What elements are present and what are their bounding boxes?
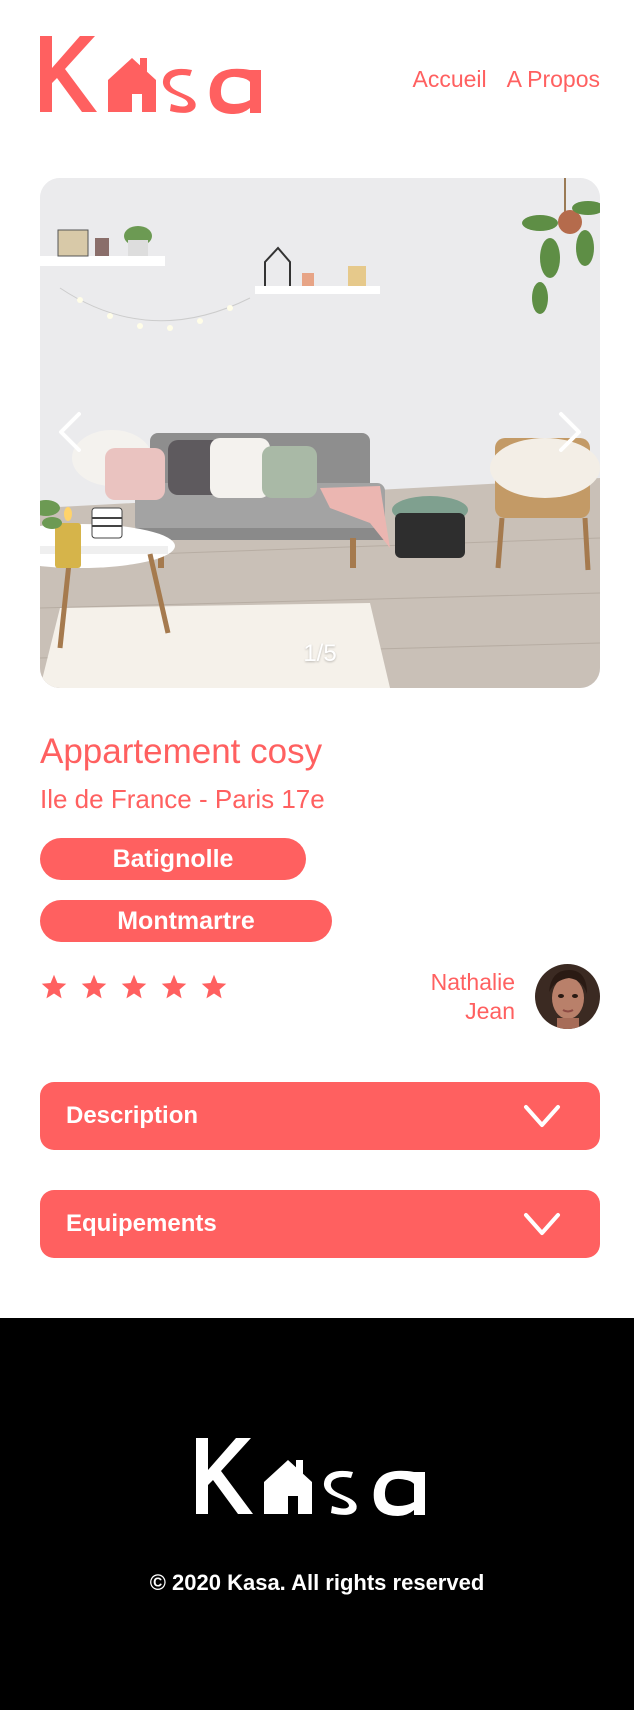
star-icon bbox=[201, 974, 227, 999]
host-last-name: Jean bbox=[465, 997, 515, 1024]
tag-batignolle: Batignolle bbox=[40, 838, 306, 880]
footer: © 2020 Kasa. All rights reserved bbox=[0, 1318, 634, 1710]
header: Accueil A Propos bbox=[0, 0, 634, 130]
star-icon bbox=[41, 974, 67, 999]
kasa-logo[interactable] bbox=[40, 36, 280, 116]
chevron-right-icon bbox=[559, 412, 581, 452]
carousel-next-button[interactable] bbox=[540, 396, 600, 468]
carousel-prev-button[interactable] bbox=[40, 396, 100, 468]
kasa-footer-logo bbox=[196, 1438, 425, 1516]
star-icon bbox=[81, 974, 107, 999]
main-nav: Accueil A Propos bbox=[413, 66, 601, 93]
chevron-down-icon bbox=[524, 1213, 560, 1235]
copyright-text: © 2020 Kasa. All rights reserved bbox=[149, 1570, 485, 1595]
nav-a-propos[interactable]: A Propos bbox=[507, 66, 600, 93]
star-icon bbox=[121, 974, 147, 999]
collapse-label-description: Description bbox=[66, 1102, 199, 1129]
rating-stars bbox=[40, 973, 228, 1001]
equipements-collapse[interactable]: Equipements bbox=[40, 1190, 600, 1258]
listing-photo bbox=[40, 178, 600, 688]
host-avatar bbox=[535, 964, 600, 1029]
chevron-down-icon bbox=[524, 1105, 560, 1127]
host-info: Nathalie Jean bbox=[431, 964, 600, 1029]
image-carousel: 1/5 bbox=[40, 178, 600, 688]
listing-location: Ile de France - Paris 17e bbox=[40, 784, 325, 814]
tag-montmartre: Montmartre bbox=[40, 900, 332, 942]
chevron-left-icon bbox=[59, 412, 81, 452]
description-collapse[interactable]: Description bbox=[40, 1082, 600, 1150]
listing-title: Appartement cosy bbox=[40, 732, 323, 771]
star-icon bbox=[161, 974, 187, 999]
host-first-name: Nathalie bbox=[430, 968, 515, 995]
carousel-counter: 1/5 bbox=[303, 640, 337, 667]
collapse-label-equipements: Equipements bbox=[66, 1210, 217, 1237]
nav-accueil[interactable]: Accueil bbox=[413, 66, 487, 93]
host-name: Nathalie Jean bbox=[431, 968, 515, 1026]
